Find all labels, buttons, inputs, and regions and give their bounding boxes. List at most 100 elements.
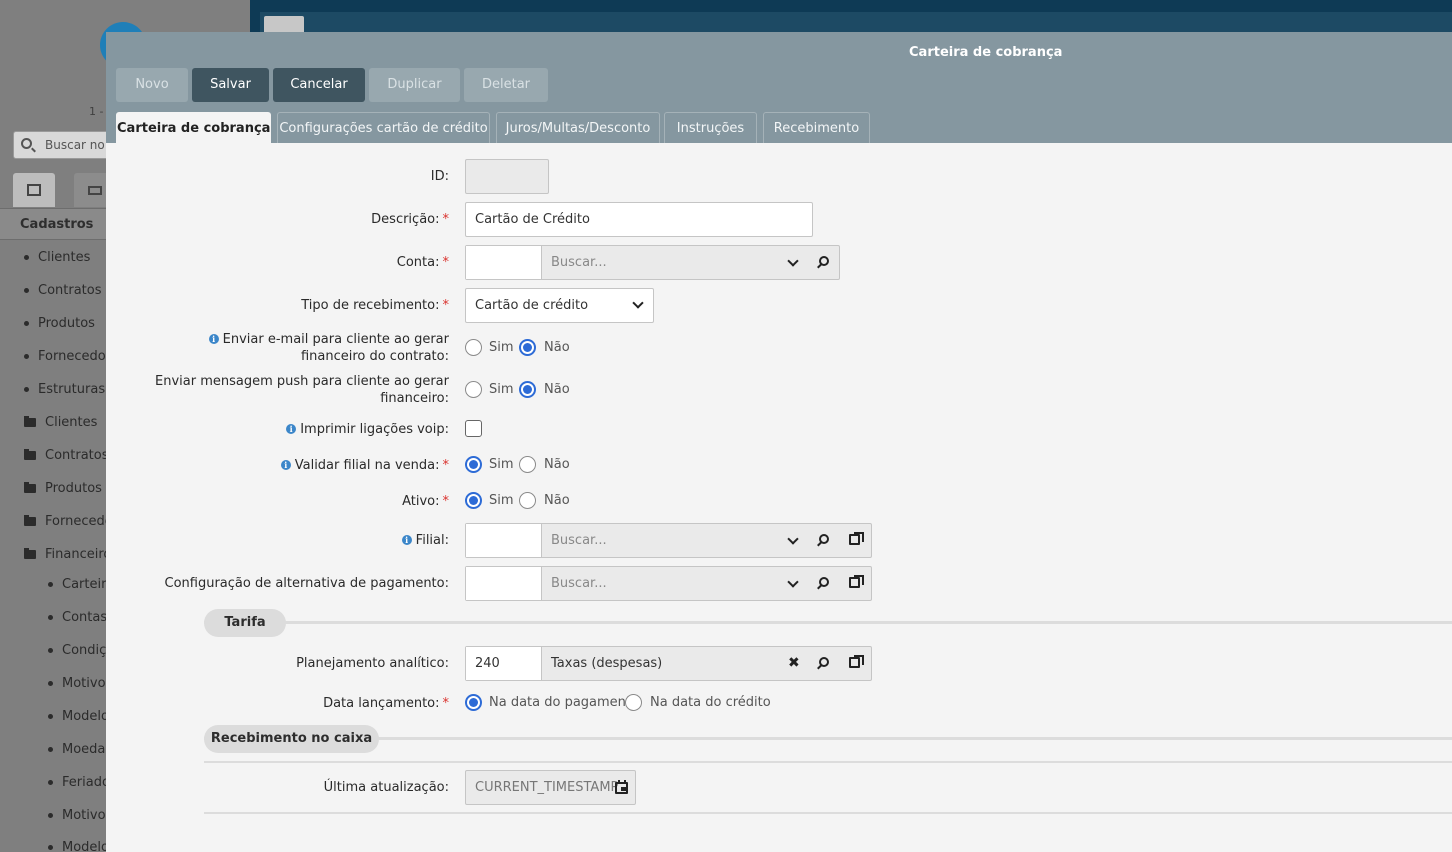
sidebar-item-estruturas[interactable]: Estruturas bbox=[24, 382, 105, 397]
enviar-push-label: Enviar mensagem push para cliente ao ger… bbox=[149, 373, 449, 407]
sidebar-subitem[interactable]: Condiçõ bbox=[48, 643, 114, 658]
tab-juros-multas[interactable]: Juros/Multas/Desconto bbox=[496, 112, 660, 143]
sidebar-item-label: Produtos bbox=[38, 316, 95, 331]
ativo-nao-label[interactable]: Não bbox=[544, 492, 570, 509]
external-link-icon[interactable] bbox=[849, 655, 864, 668]
bullet-icon bbox=[48, 813, 53, 818]
email-sim-label[interactable]: Sim bbox=[489, 339, 514, 356]
cancelar-button[interactable]: Cancelar bbox=[273, 68, 365, 102]
planejamento-lookup[interactable]: 240 Taxas (despesas) ✖ bbox=[465, 646, 872, 681]
search-icon[interactable] bbox=[819, 577, 829, 587]
deletar-button[interactable]: Deletar bbox=[464, 68, 548, 102]
sidebar-folder-financeiro[interactable]: Financeiro bbox=[24, 547, 111, 562]
planejamento-text[interactable]: Taxas (despesas) bbox=[551, 647, 662, 680]
sidebar-subitem[interactable]: Modelo bbox=[48, 840, 109, 852]
validar-filial-nao-label[interactable]: Não bbox=[544, 456, 570, 473]
sidebar-subitem[interactable]: Contas bbox=[48, 610, 107, 625]
chevron-down-icon[interactable] bbox=[787, 576, 799, 588]
salvar-button[interactable]: Salvar bbox=[192, 68, 269, 102]
sidebar-item-produtos[interactable]: Produtos bbox=[24, 316, 95, 331]
novo-button[interactable]: Novo bbox=[116, 68, 188, 102]
search-icon[interactable] bbox=[819, 534, 829, 544]
push-nao-radio[interactable] bbox=[519, 381, 536, 398]
tarifa-section-header[interactable]: Tarifa bbox=[204, 609, 286, 637]
sidebar-subitem[interactable]: Modelo bbox=[48, 709, 109, 724]
duplicar-button[interactable]: Duplicar bbox=[369, 68, 460, 102]
sidebar-item-fornecedor[interactable]: Fornecedor bbox=[24, 349, 111, 364]
filial-lookup[interactable]: Buscar... bbox=[465, 523, 872, 558]
sidebar-subitem[interactable]: Motivos bbox=[48, 676, 112, 691]
validar-filial-label-text: Validar filial na venda: bbox=[294, 458, 440, 473]
conta-lookup[interactable]: Buscar... bbox=[465, 245, 840, 280]
conta-search-input[interactable]: Buscar... bbox=[551, 246, 607, 279]
email-nao-label[interactable]: Não bbox=[544, 339, 570, 356]
email-sim-radio[interactable] bbox=[465, 339, 482, 356]
search-icon[interactable] bbox=[819, 256, 829, 266]
topbar-tab[interactable] bbox=[264, 16, 304, 32]
sidebar-folder-clientes[interactable]: Clientes bbox=[24, 415, 97, 430]
clear-icon[interactable]: ✖ bbox=[788, 655, 800, 671]
tab-carteira-cobranca[interactable]: Carteira de cobrança bbox=[116, 112, 271, 144]
alt-pagamento-lookup[interactable]: Buscar... bbox=[465, 566, 872, 601]
chevron-down-icon[interactable] bbox=[787, 533, 799, 545]
sidebar-item-contratos[interactable]: Contratos bbox=[24, 283, 102, 298]
info-icon[interactable]: i bbox=[280, 460, 291, 470]
chevron-down-icon[interactable] bbox=[787, 255, 799, 267]
bullet-icon bbox=[48, 615, 53, 620]
id-field[interactable] bbox=[465, 159, 549, 194]
email-nao-radio[interactable] bbox=[519, 339, 536, 356]
data-lancamento-label: Data lançamento: * bbox=[323, 695, 449, 712]
sidebar-item-clientes[interactable]: Clientes bbox=[24, 250, 90, 265]
push-sim-radio[interactable] bbox=[465, 381, 482, 398]
validar-filial-nao-radio[interactable] bbox=[519, 456, 536, 473]
sidebar-subitem[interactable]: Moedas bbox=[48, 742, 112, 757]
folder-icon bbox=[24, 482, 36, 493]
bullet-icon bbox=[48, 648, 53, 653]
info-icon[interactable]: i bbox=[286, 424, 297, 434]
external-link-icon[interactable] bbox=[849, 575, 864, 588]
conta-code-input[interactable] bbox=[466, 246, 542, 279]
topbar-strip bbox=[260, 12, 1452, 32]
recebimento-caixa-section-header[interactable]: Recebimento no caixa bbox=[204, 725, 379, 753]
planejamento-code-input[interactable]: 240 bbox=[466, 647, 542, 680]
validar-filial-sim-label[interactable]: Sim bbox=[489, 456, 514, 473]
ativo-nao-radio[interactable] bbox=[519, 492, 536, 509]
data-lancamento-label-text: Data lançamento: bbox=[323, 696, 440, 711]
sidebar-subitem[interactable]: Carteira bbox=[48, 577, 114, 592]
id-label-text: ID: bbox=[430, 169, 449, 184]
tipo-recebimento-select[interactable]: Cartão de crédito bbox=[465, 288, 654, 323]
bullet-icon bbox=[48, 714, 53, 719]
ativo-sim-label[interactable]: Sim bbox=[489, 492, 514, 509]
external-link-icon[interactable] bbox=[849, 532, 864, 545]
alt-pagamento-code-input[interactable] bbox=[466, 567, 542, 600]
data-credito-radio[interactable] bbox=[625, 694, 642, 711]
bullet-icon bbox=[24, 321, 29, 326]
sidebar-subitem[interactable]: Motivos bbox=[48, 808, 112, 823]
push-sim-label[interactable]: Sim bbox=[489, 381, 514, 398]
push-nao-label[interactable]: Não bbox=[544, 381, 570, 398]
ultima-atualizacao-field[interactable]: CURRENT_TIMESTAMP bbox=[465, 770, 636, 805]
alt-pagamento-search-input[interactable]: Buscar... bbox=[551, 567, 607, 600]
tab-recebimento[interactable]: Recebimento bbox=[763, 112, 870, 143]
sidebar-folder-fornecedor[interactable]: Fornecedo bbox=[24, 514, 113, 529]
ativo-sim-radio[interactable] bbox=[465, 492, 482, 509]
imprimir-voip-checkbox[interactable] bbox=[465, 420, 482, 437]
data-credito-label[interactable]: Na data do crédito bbox=[650, 694, 771, 711]
sidebar-folder-contratos[interactable]: Contratos bbox=[24, 448, 109, 463]
info-icon[interactable]: i bbox=[208, 334, 219, 344]
data-pagamento-label[interactable]: Na data do pagamento bbox=[489, 694, 639, 711]
tab-config-cartao[interactable]: Configurações cartão de crédito bbox=[277, 112, 490, 143]
validar-filial-sim-radio[interactable] bbox=[465, 456, 482, 473]
tab-instrucoes[interactable]: Instruções bbox=[664, 112, 757, 143]
data-pagamento-radio[interactable] bbox=[465, 694, 482, 711]
search-icon[interactable] bbox=[819, 657, 829, 667]
filial-search-input[interactable]: Buscar... bbox=[551, 524, 607, 557]
ultima-atualizacao-label-text: Última atualização: bbox=[323, 780, 449, 795]
info-icon[interactable]: i bbox=[401, 535, 412, 545]
descricao-field[interactable]: Cartão de Crédito bbox=[465, 202, 813, 237]
sidebar-folder-produtos[interactable]: Produtos bbox=[24, 481, 102, 496]
calendar-icon[interactable] bbox=[615, 780, 628, 794]
sidebar-tab-list[interactable] bbox=[13, 173, 55, 207]
required-mark: * bbox=[442, 494, 450, 509]
filial-code-input[interactable] bbox=[466, 524, 542, 557]
